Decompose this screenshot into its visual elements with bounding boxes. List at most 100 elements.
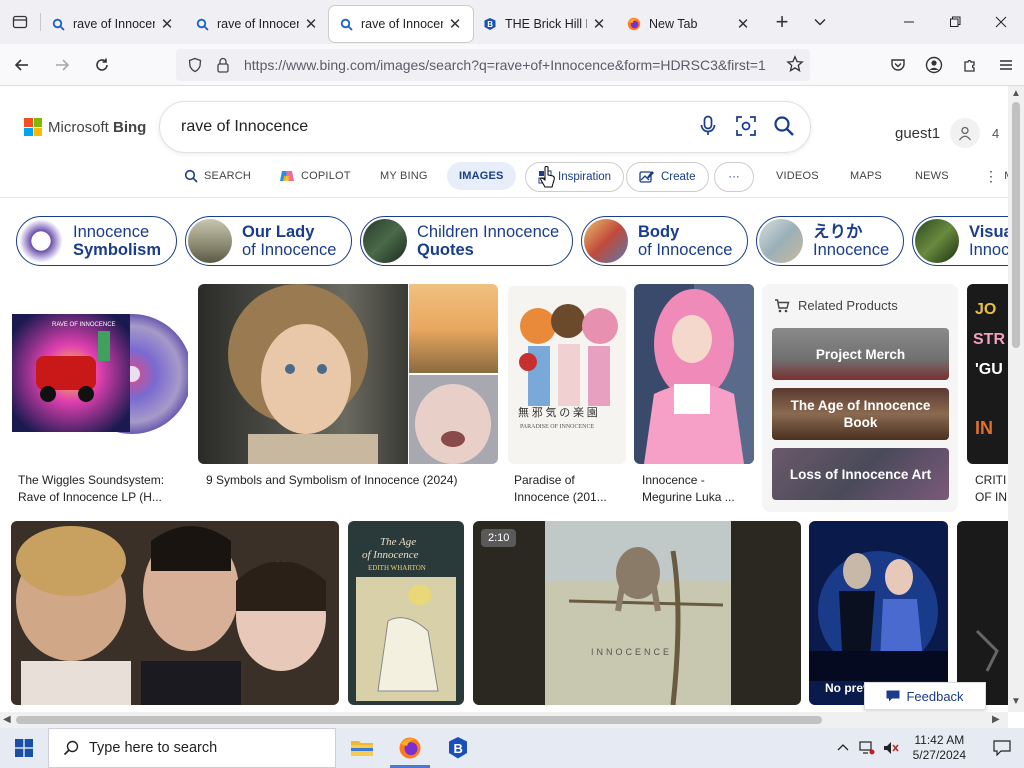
related-product-loss-of-innocence-art[interactable]: Loss of Innocence Art — [772, 448, 949, 500]
close-tab-icon[interactable]: ✕ — [447, 16, 463, 33]
close-tab-icon[interactable]: ✕ — [735, 16, 751, 33]
back-button[interactable] — [4, 49, 40, 81]
scrollbar-thumb[interactable] — [1012, 102, 1020, 348]
all-tabs-button[interactable] — [0, 0, 40, 44]
brickhill-taskbar-button[interactable]: B — [434, 728, 482, 768]
extensions-button[interactable] — [952, 49, 988, 81]
file-explorer-taskbar-button[interactable] — [338, 728, 386, 768]
rewards-count[interactable]: 4 — [992, 126, 999, 141]
create-button[interactable]: Create — [626, 162, 709, 192]
chip-line2: of Innocence — [242, 241, 337, 259]
volume-muted-icon[interactable] — [880, 741, 902, 755]
browser-tab-2[interactable]: rave of Innocence ✕ — [185, 6, 329, 42]
scroll-down-icon[interactable]: ▼ — [1011, 696, 1021, 707]
scope-images-active[interactable]: IMAGES — [447, 162, 516, 190]
scrollbar-thumb[interactable] — [16, 716, 822, 724]
horizontal-scrollbar[interactable]: ◀ ▶ — [0, 712, 1008, 728]
minimize-button[interactable] — [886, 0, 932, 44]
scope-copilot[interactable]: COPILOT — [279, 162, 351, 190]
show-hidden-icons-chevron-icon[interactable] — [832, 742, 854, 754]
chip-our-lady-of-innocence[interactable]: Our Lady of Innocence — [185, 216, 352, 266]
scope-label: IMAGES — [459, 170, 504, 182]
image-result-dark-partial[interactable] — [957, 521, 1012, 705]
scroll-up-icon[interactable]: ▲ — [1011, 88, 1021, 99]
caption-line2: Innocence (201... — [514, 490, 607, 504]
image-result-age-of-innocence-film[interactable] — [11, 521, 339, 705]
image-result-wiggles-lp[interactable]: RAVE OF INNOCENCE — [12, 286, 188, 464]
user-account[interactable]: guest1 4 — [895, 118, 999, 148]
image-result-paradise-of-innocence[interactable]: 無 邪 気 の 楽 園 PARADISE OF INNOCENCE — [508, 286, 626, 464]
pocket-button[interactable] — [880, 49, 916, 81]
scope-maps[interactable]: MAPS — [850, 162, 882, 190]
browser-tab-5[interactable]: New Tab ✕ — [617, 6, 761, 42]
chip-body-of-innocence[interactable]: Body of Innocence — [581, 216, 748, 266]
chevron-down-icon — [814, 18, 826, 26]
account-button[interactable] — [916, 49, 952, 81]
browser-tab-1[interactable]: rave of Innocence ✕ — [41, 6, 185, 42]
related-product-age-of-innocence-book[interactable]: The Age of Innocence Book — [772, 388, 949, 440]
system-clock[interactable]: 11:42 AM 5/27/2024 — [913, 733, 966, 763]
scope-news[interactable]: NEWS — [915, 162, 949, 190]
maximize-button[interactable] — [932, 0, 978, 44]
scroll-left-icon[interactable]: ◀ — [3, 714, 11, 725]
image-caption[interactable]: CRITI OF IN — [975, 472, 1010, 506]
chip-erika-innocence[interactable]: えりか Innocence — [756, 216, 904, 266]
avatar[interactable] — [950, 118, 981, 148]
chip-innocence-symbolism[interactable]: Innocence Symbolism — [16, 216, 177, 266]
forward-button[interactable] — [44, 49, 80, 81]
close-tab-icon[interactable]: ✕ — [159, 16, 175, 33]
feedback-button[interactable]: Feedback — [864, 682, 986, 710]
url-bar[interactable]: https://www.bing.com/images/search?q=rav… — [176, 49, 810, 81]
chip-visual-innocence[interactable]: VisualInnoc — [912, 216, 1010, 266]
image-caption[interactable]: The Wiggles Soundsystem: Rave of Innocenc… — [18, 472, 188, 506]
scope-search[interactable]: SEARCH — [184, 162, 251, 190]
start-button[interactable] — [0, 728, 48, 768]
close-window-button[interactable] — [978, 0, 1024, 44]
puzzle-icon — [964, 59, 975, 72]
toolbar-actions — [880, 44, 1024, 86]
app-menu-button[interactable] — [988, 49, 1024, 81]
search-box[interactable]: rave of Innocence — [160, 102, 810, 152]
search-icon — [51, 17, 65, 31]
scope-videos[interactable]: VIDEOS — [776, 162, 819, 190]
close-tab-icon[interactable]: ✕ — [591, 16, 607, 33]
firefox-taskbar-button[interactable] — [386, 728, 434, 768]
image-result-critique[interactable]: JO STR 'GU IN — [967, 284, 1012, 464]
close-tab-icon[interactable]: ✕ — [303, 16, 319, 33]
clock-date: 5/27/2024 — [912, 748, 966, 762]
image-caption[interactable]: Innocence - Megurine Luka ... — [642, 472, 754, 506]
more-options-button[interactable]: ··· — [714, 162, 754, 192]
image-caption[interactable]: Paradise of Innocence (201... — [514, 472, 626, 506]
bookmark-star-icon[interactable] — [786, 55, 804, 78]
lock-icon[interactable] — [210, 57, 236, 73]
reload-button[interactable] — [84, 49, 120, 81]
restore-icon — [950, 16, 961, 27]
scope-mybing[interactable]: MY BING — [380, 162, 428, 190]
network-icon[interactable] — [856, 741, 878, 755]
vertical-scrollbar[interactable]: ▲ ▼ — [1008, 86, 1024, 712]
image-caption[interactable]: 9 Symbols and Symbolism of Innocence (20… — [206, 472, 498, 489]
visual-search-button[interactable] — [734, 114, 758, 138]
chip-label: Children Innocence Quotes — [417, 223, 559, 259]
new-tab-button[interactable]: + — [763, 4, 801, 40]
scroll-right-icon[interactable]: ▶ — [992, 714, 1000, 725]
related-products-panel: Related Products Project Merch The Age o… — [762, 284, 958, 512]
search-submit-button[interactable] — [772, 114, 796, 138]
image-result-innocence-movie-poster[interactable]: No prev — [809, 521, 948, 705]
related-product-project-merch[interactable]: Project Merch — [772, 328, 949, 380]
browser-tab-3-active[interactable]: rave of Innocence ✕ — [329, 6, 473, 42]
bing-logo[interactable]: Microsoft Bing — [24, 118, 146, 136]
voice-search-button[interactable] — [696, 114, 720, 138]
notification-center-button[interactable] — [980, 728, 1024, 768]
list-all-tabs-button[interactable] — [801, 4, 839, 40]
image-result-edith-wharton-book[interactable]: The Age of Innocence EDITH WHARTON — [348, 521, 464, 705]
image-result-megurine-luka[interactable] — [634, 284, 754, 464]
taskbar-search-box[interactable]: Type here to search — [48, 728, 336, 768]
image-result-innocence-video[interactable]: INNOCENCE 2:10 — [473, 521, 801, 705]
image-result-symbols-of-innocence[interactable] — [198, 284, 498, 464]
browser-tab-4[interactable]: B THE Brick Hill Hub ✕ — [473, 6, 617, 42]
chip-children-innocence-quotes[interactable]: Children Innocence Quotes — [360, 216, 573, 266]
tracking-protection-icon[interactable] — [180, 57, 210, 73]
search-input[interactable]: rave of Innocence — [181, 118, 308, 136]
shopping-cart-icon — [774, 298, 790, 313]
